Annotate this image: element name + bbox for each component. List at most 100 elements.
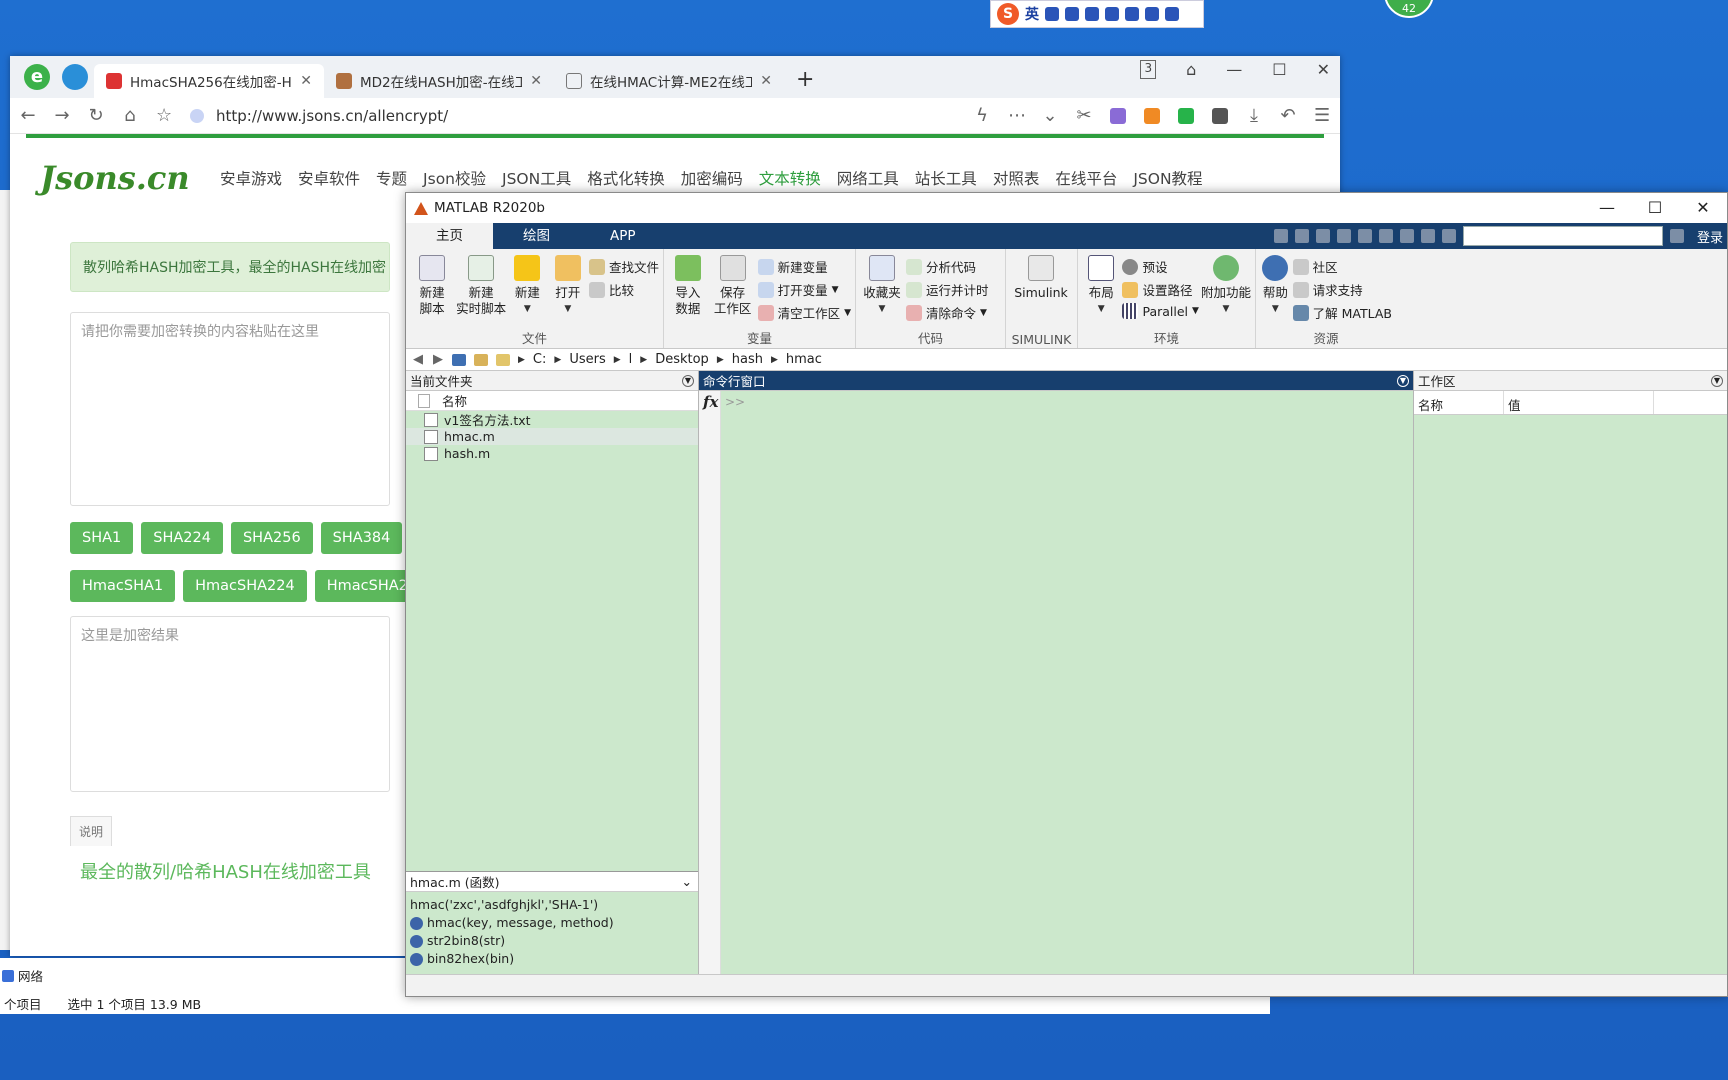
network-item[interactable]: 网络 xyxy=(2,966,43,985)
workspace-variables-area[interactable] xyxy=(1414,415,1727,976)
translate-icon[interactable] xyxy=(1110,107,1126,124)
nav-item[interactable]: 格式化转换 xyxy=(587,167,665,189)
scissors-icon[interactable]: ✂ xyxy=(1076,105,1092,126)
learn-matlab-button[interactable]: 了解 MATLAB xyxy=(1292,303,1392,322)
hmacsha1-button[interactable]: HmacSHA1 xyxy=(70,570,176,602)
sha256-button[interactable]: SHA256 xyxy=(230,522,313,554)
floating-badge[interactable]: 42 xyxy=(1384,0,1434,18)
favorites-star-icon[interactable]: ☆ xyxy=(156,105,172,126)
help-icon[interactable] xyxy=(1420,229,1435,243)
function-entry[interactable]: bin82hex(bin) xyxy=(410,950,694,968)
maximize-button[interactable]: ☐ xyxy=(1631,193,1679,223)
forward-icon[interactable]: ▶ xyxy=(432,352,444,367)
telegram-icon[interactable] xyxy=(62,64,88,90)
bell-icon[interactable] xyxy=(1669,229,1684,243)
preferences-button[interactable]: 预设 xyxy=(1122,257,1198,276)
nav-item[interactable]: 专题 xyxy=(376,167,407,189)
path-segment[interactable]: Desktop xyxy=(655,352,709,367)
nav-item[interactable]: 对照表 xyxy=(993,167,1040,189)
nav-item[interactable]: 文本转换 xyxy=(759,167,821,189)
panel-menu-button[interactable]: ▼ xyxy=(1397,374,1409,387)
close-icon[interactable]: ✕ xyxy=(530,73,542,89)
notes-tab[interactable]: 说明 xyxy=(70,816,112,846)
find-files-button[interactable]: 查找文件 xyxy=(588,257,659,276)
sha384-button[interactable]: SHA384 xyxy=(320,522,403,554)
cut-icon[interactable] xyxy=(1294,229,1309,243)
path-segment[interactable]: hash xyxy=(732,352,763,367)
nav-item[interactable]: 网络工具 xyxy=(837,167,899,189)
details-header[interactable]: hmac.m (函数) ⌄ xyxy=(406,872,698,892)
close-icon[interactable]: ✕ xyxy=(760,73,772,89)
undo-icon[interactable] xyxy=(1357,229,1372,243)
download-icon[interactable]: ⤓ xyxy=(1246,105,1262,126)
nav-item[interactable]: Json校验 xyxy=(423,167,486,189)
site-info-icon[interactable] xyxy=(190,108,204,123)
browser-tab[interactable]: MD2在线HASH加密-在线工具 ✕ xyxy=(324,64,554,98)
tab-count-button[interactable]: 3 xyxy=(1140,60,1157,79)
open-variable-button[interactable]: 打开变量 ▼ xyxy=(757,280,851,299)
back-icon[interactable]: ← xyxy=(20,105,36,126)
column-name-header[interactable]: 名称 xyxy=(442,391,467,410)
path-segment[interactable]: Users xyxy=(569,352,605,367)
chevron-down-icon[interactable]: ⌄ xyxy=(682,874,692,889)
ime-language-toggle[interactable]: 英 xyxy=(1025,4,1039,24)
set-path-button[interactable]: 设置路径 xyxy=(1122,280,1198,299)
menu-icon[interactable]: ☰ xyxy=(1314,105,1330,126)
browser-tab[interactable]: HmacSHA256在线加密-Hmac ✕ xyxy=(94,64,324,98)
nav-item[interactable]: 安卓软件 xyxy=(298,167,360,189)
browser-tab[interactable]: 在线HMAC计算-ME2在线工具 ✕ xyxy=(554,64,784,98)
function-browser-icon[interactable]: fx xyxy=(703,393,718,411)
game-icon[interactable] xyxy=(1144,107,1160,124)
customize-icon[interactable] xyxy=(1441,229,1456,243)
apps-grid-icon[interactable] xyxy=(1212,107,1228,124)
maximize-button[interactable]: ☐ xyxy=(1272,60,1286,79)
redo-icon[interactable] xyxy=(1378,229,1393,243)
file-row[interactable]: v1签名方法.txt xyxy=(406,411,698,428)
refresh-icon[interactable]: ↻ xyxy=(88,105,104,126)
documentation-search-input[interactable] xyxy=(1462,226,1663,246)
sha224-button[interactable]: SHA224 xyxy=(141,522,223,554)
close-window-button[interactable]: ✕ xyxy=(1317,60,1330,79)
browser-logo-icon[interactable]: e xyxy=(24,64,50,90)
parallel-button[interactable]: Parallel ▼ xyxy=(1122,303,1199,319)
community-button[interactable]: 社区 xyxy=(1292,257,1392,276)
paste-icon[interactable] xyxy=(1336,229,1351,243)
home-icon[interactable]: ⌂ xyxy=(122,105,138,126)
new-tab-button[interactable]: + xyxy=(784,67,826,98)
skin-icon[interactable] xyxy=(1145,7,1159,21)
nav-item[interactable]: 安卓游戏 xyxy=(220,167,282,189)
toolbox-icon[interactable] xyxy=(1165,7,1179,21)
minimize-button[interactable]: — xyxy=(1583,193,1631,223)
close-window-button[interactable]: ✕ xyxy=(1679,193,1727,223)
column-name-header[interactable]: 名称 xyxy=(1414,391,1504,414)
nav-item[interactable]: 站长工具 xyxy=(915,167,977,189)
request-support-button[interactable]: 请求支持 xyxy=(1292,280,1392,299)
compare-button[interactable]: 比较 xyxy=(588,280,659,299)
path-segment[interactable]: C: xyxy=(533,352,546,367)
nav-item[interactable]: JSON教程 xyxy=(1133,167,1202,189)
ime-toolbar[interactable]: S 英 xyxy=(990,0,1204,28)
tab-apps[interactable]: APP xyxy=(580,223,666,249)
login-button[interactable]: 登录 xyxy=(1697,227,1723,246)
undo-icon[interactable]: ↶ xyxy=(1280,105,1296,126)
hmacsha224-button[interactable]: HmacSHA224 xyxy=(183,570,307,602)
nav-item[interactable]: 加密编码 xyxy=(681,167,743,189)
command-input-area[interactable]: fx >> xyxy=(699,391,1413,976)
more-icon[interactable]: ⋯ xyxy=(1008,105,1026,126)
nav-item[interactable]: JSON工具 xyxy=(502,167,571,189)
browse-folder-icon[interactable] xyxy=(474,353,488,366)
address-field[interactable]: http://www.jsons.cn/allencrypt/ xyxy=(190,107,956,125)
input-textarea[interactable]: 请把你需要加密转换的内容粘贴在这里 xyxy=(70,312,390,506)
site-logo[interactable]: Jsons.cn xyxy=(40,159,220,197)
forward-icon[interactable]: → xyxy=(54,105,70,126)
sha1-button[interactable]: SHA1 xyxy=(70,522,134,554)
keyboard-icon[interactable] xyxy=(1105,7,1119,21)
minimize-button[interactable]: — xyxy=(1226,60,1242,79)
back-icon[interactable]: ◀ xyxy=(412,352,424,367)
wechat-icon[interactable] xyxy=(1178,107,1194,124)
up-folder-icon[interactable] xyxy=(452,353,466,366)
path-segment[interactable]: hmac xyxy=(786,352,822,367)
clear-commands-button[interactable]: 清除命令 ▼ xyxy=(906,303,989,322)
lightning-icon[interactable]: ϟ xyxy=(974,105,990,126)
punctuation-icon[interactable] xyxy=(1045,7,1059,21)
